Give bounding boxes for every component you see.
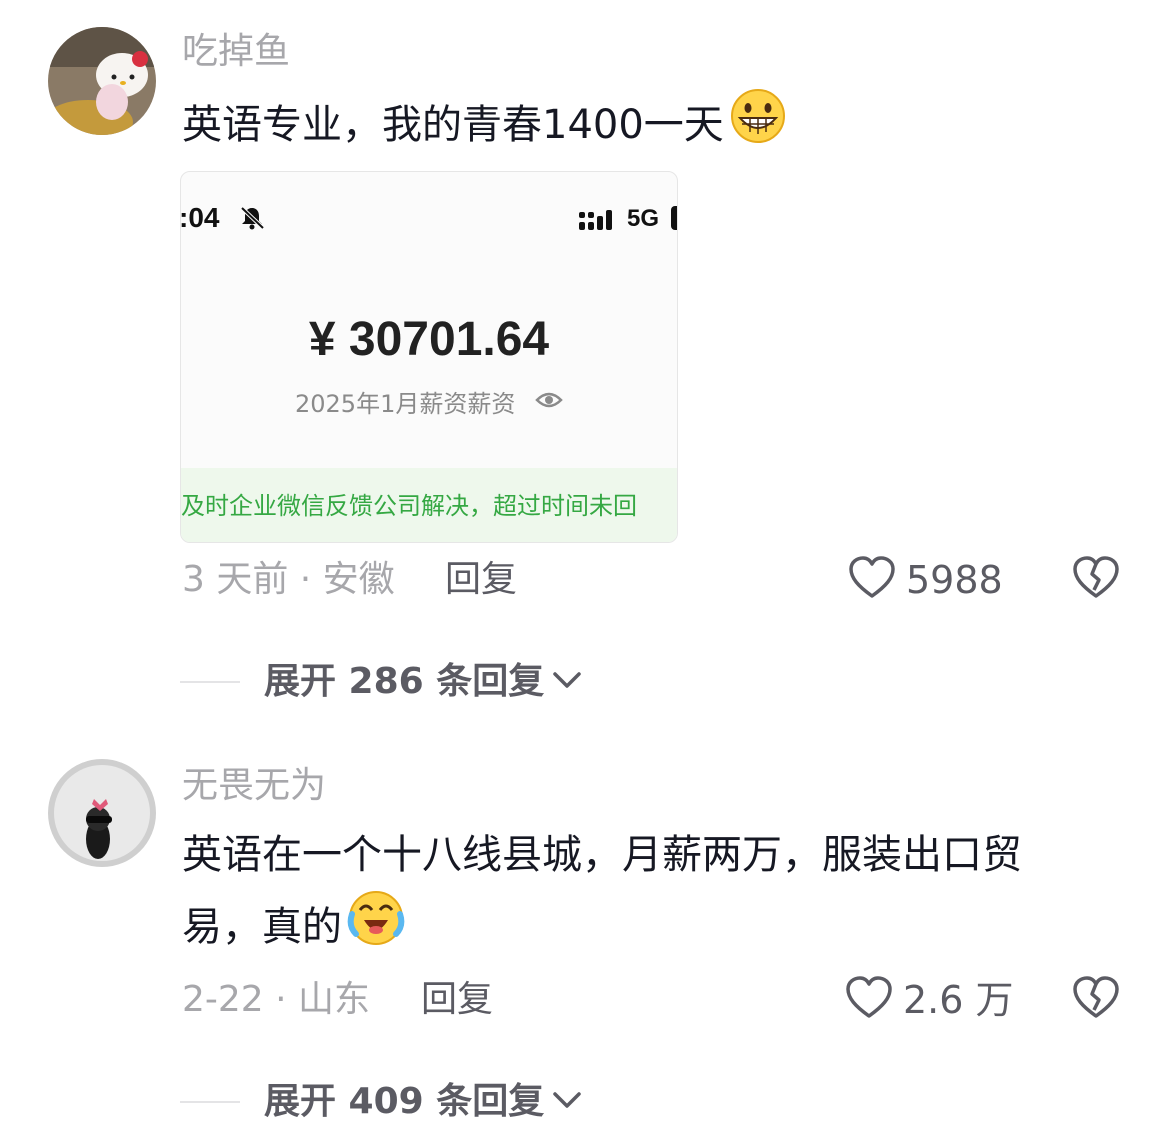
comment-date-location: 3 天前 · 安徽 xyxy=(182,559,395,600)
divider-line xyxy=(180,681,240,683)
broken-heart-icon xyxy=(1073,976,1119,1018)
divider-line xyxy=(180,1101,240,1103)
avatar[interactable] xyxy=(48,27,156,135)
expand-replies[interactable]: 展开 286 条回复 xyxy=(180,660,582,704)
broken-heart-icon xyxy=(1073,556,1119,598)
comment-text-content: 易，真的 xyxy=(182,904,342,950)
comment-text-line-2: 易，真的 xyxy=(182,890,1132,968)
comment-date-location: 2-22 · 山东 xyxy=(182,979,371,1020)
network-type: 5G xyxy=(627,205,660,232)
username[interactable]: 吃掉鱼 xyxy=(182,30,290,74)
crying-laughing-face-emoji xyxy=(346,890,406,968)
notice-banner: 及时企业微信反馈公司解决，超过时间未回 xyxy=(181,468,677,542)
heart-icon xyxy=(845,976,893,1024)
like-button[interactable]: 5988 xyxy=(848,556,1003,604)
salary-label: 2025年1月薪资薪资 xyxy=(295,390,516,418)
signal-icon xyxy=(579,208,619,236)
grinning-face-emoji xyxy=(728,88,788,166)
chevron-down-icon xyxy=(552,670,582,694)
like-count: 2.6 万 xyxy=(903,978,1014,1022)
chevron-down-icon xyxy=(552,1090,582,1114)
notice-text: 及时企业微信反馈公司解决，超过时间未回 xyxy=(181,492,637,520)
comment-text-line: 英语在一个十八线县城，月薪两万，服装出口贸 xyxy=(182,832,1022,878)
eye-icon xyxy=(535,390,563,414)
comment-text: 英语专业，我的青春1400一天 xyxy=(182,88,1132,166)
expand-replies-label: 展开 286 条回复 xyxy=(264,661,545,702)
reply-button[interactable]: 回复 xyxy=(445,558,517,602)
dislike-button[interactable] xyxy=(1072,976,1120,1024)
heart-icon xyxy=(848,556,896,604)
dislike-button[interactable] xyxy=(1072,556,1120,604)
comments-page: 吃掉鱼 英语专业，我的青春1400一天 :04 5G ¥ 30701.64 20… xyxy=(0,0,1170,1145)
like-button[interactable]: 2.6 万 xyxy=(845,976,1014,1024)
comment-text-content: 英语专业，我的青春1400一天 xyxy=(182,102,724,148)
username[interactable]: 无畏无为 xyxy=(182,764,326,808)
bell-muted-icon xyxy=(239,206,265,234)
comment-text: 英语在一个十八线县城，月薪两万，服装出口贸 易，真的 xyxy=(182,820,1132,968)
reply-button[interactable]: 回复 xyxy=(421,978,493,1022)
expand-replies[interactable]: 展开 409 条回复 xyxy=(180,1080,582,1124)
expand-replies-label: 展开 409 条回复 xyxy=(264,1081,545,1122)
battery-icon xyxy=(671,206,677,230)
status-time: :04 xyxy=(180,202,220,233)
attached-screenshot[interactable]: :04 5G ¥ 30701.64 2025年1月薪资薪资 及时企业微信反馈公司… xyxy=(180,171,678,543)
avatar[interactable] xyxy=(48,759,156,867)
like-count: 5988 xyxy=(906,558,1003,602)
salary-amount: ¥ 30701.64 xyxy=(308,313,550,366)
